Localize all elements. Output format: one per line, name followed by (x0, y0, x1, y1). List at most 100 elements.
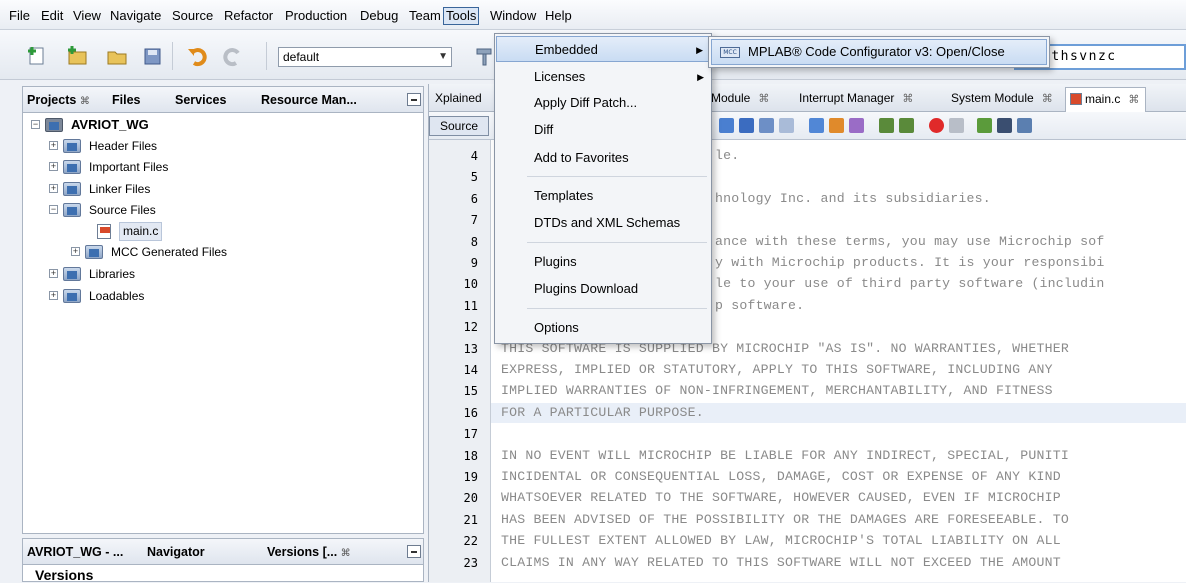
folder-icon (63, 160, 81, 174)
c-file-icon (97, 224, 111, 239)
undo-icon[interactable] (184, 44, 210, 68)
source-view-button[interactable]: Source (429, 116, 489, 136)
menu-production[interactable]: Production (284, 8, 348, 26)
code-line: HAS BEEN ADVISED OF THE POSSIBILITY OR T… (501, 511, 1069, 527)
line-number: 9 (470, 256, 478, 270)
stop-macro-icon[interactable] (949, 118, 964, 133)
menu-source[interactable]: Source (171, 8, 214, 26)
c-file-icon (1070, 93, 1082, 105)
menu-debug[interactable]: Debug (359, 8, 399, 26)
versions-title: Versions (35, 567, 94, 583)
close-icon: ⌘ (758, 93, 770, 105)
menu-item-templates[interactable]: Templates (496, 183, 710, 209)
tree-source-files[interactable]: − Source Files (49, 200, 349, 220)
menu-item-licenses[interactable]: Licenses ▶ (496, 64, 710, 90)
toggle-highlight-icon[interactable] (779, 118, 794, 133)
tab-services[interactable]: Services (175, 93, 226, 107)
line-number: 21 (463, 512, 478, 527)
record-macro-icon[interactable] (929, 118, 944, 133)
folder-icon (63, 182, 81, 196)
code-line: y with Microchip products. It is your re… (715, 255, 1105, 270)
minimize-panel-icon[interactable] (407, 545, 421, 558)
find-selection-icon[interactable] (759, 118, 774, 133)
menu-item-options[interactable]: Options (496, 315, 710, 341)
menu-navigate[interactable]: Navigate (109, 8, 162, 26)
menu-edit[interactable]: Edit (40, 8, 64, 26)
tree-main-c[interactable]: main.c (97, 221, 217, 241)
tab-navigator[interactable]: Navigator (147, 545, 205, 559)
menu-item-add-to-favorites[interactable]: Add to Favorites (496, 145, 710, 171)
menu-view[interactable]: View (72, 8, 102, 26)
tab-xplained[interactable]: Xplained (435, 91, 482, 105)
tab-interrupt-manager[interactable]: Interrupt Manager ⌘ (799, 91, 913, 105)
tree-header-files[interactable]: + Header Files (49, 136, 349, 156)
redo-icon[interactable] (220, 44, 246, 68)
tree-loadables[interactable]: + Loadables (49, 286, 349, 306)
tab-system-module[interactable]: System Module ⌘ (951, 91, 1053, 105)
line-number: 14 (463, 363, 478, 377)
tab-projects[interactable]: Projects ⌘ (27, 93, 90, 107)
tab-module[interactable]: Module ⌘ (711, 91, 769, 105)
prev-bookmark-icon[interactable] (809, 118, 824, 133)
chevron-down-icon[interactable]: ▼ (438, 48, 448, 66)
comment-icon[interactable] (977, 118, 992, 133)
versions-panel-tabs: AVRIOT_WG - ... Navigator Versions [... … (23, 539, 423, 565)
find-previous-icon[interactable] (719, 118, 734, 133)
tab-versions[interactable]: Versions [... ⌘ (267, 545, 351, 559)
menu-file[interactable]: File (8, 8, 31, 26)
search-input[interactable]: ithsvnzc (1036, 44, 1186, 70)
line-number: 23 (463, 555, 478, 570)
folder-icon (63, 139, 81, 153)
code-line: IN NO EVENT WILL MICROCHIP BE LIABLE FOR… (501, 447, 1069, 463)
menu-item-mplab-code-configurator[interactable]: MCC MPLAB® Code Configurator v3: Open/Cl… (711, 39, 1047, 65)
tree-libraries[interactable]: + Libraries (49, 264, 349, 284)
configuration-select[interactable]: default ▼ (278, 47, 452, 67)
line-number: 12 (463, 320, 478, 335)
menu-item-apply-diff-patch[interactable]: Apply Diff Patch... (496, 90, 710, 116)
tree-project-root[interactable]: − AVRIOT_WG (31, 115, 331, 135)
find-next-icon[interactable] (739, 118, 754, 133)
tab-main-c[interactable]: main.c ⌘ (1065, 87, 1147, 112)
menu-tools[interactable]: Tools (443, 7, 480, 25)
menu-team[interactable]: Team (408, 8, 442, 26)
menu-item-embedded[interactable]: Embedded ▶ (496, 36, 710, 62)
line-number: 8 (470, 234, 478, 249)
line-number: 15 (463, 384, 478, 399)
mcc-icon: MCC (720, 47, 740, 58)
project-icon (45, 118, 63, 132)
search-input-value: ithsvnzc (1042, 49, 1117, 64)
project-name: AVRIOT_WG (71, 117, 149, 132)
open-project-icon[interactable] (104, 44, 130, 68)
menu-help[interactable]: Help (544, 8, 573, 26)
minimize-panel-icon[interactable] (407, 93, 421, 106)
shift-left-icon[interactable] (879, 118, 894, 133)
line-number: 4 (470, 149, 478, 163)
menu-item-plugins-download[interactable]: Plugins Download (496, 276, 710, 302)
shift-right-icon[interactable] (899, 118, 914, 133)
code-line: WHATSOEVER RELATED TO THE SOFTWARE, HOWE… (501, 490, 1061, 506)
code-line: IMPLIED WARRANTIES OF NON-INFRINGEMENT, … (501, 383, 1053, 399)
menu-item-dtds-xml-schemas[interactable]: DTDs and XML Schemas (496, 210, 710, 236)
toggle-bookmark-icon[interactable] (849, 118, 864, 133)
submenu-arrow-icon: ▶ (696, 45, 703, 55)
line-number: 11 (463, 298, 478, 313)
next-bookmark-icon[interactable] (829, 118, 844, 133)
uncomment-icon[interactable] (997, 118, 1012, 133)
new-project-icon[interactable] (64, 44, 90, 68)
tree-mcc-generated-files[interactable]: + MCC Generated Files (71, 242, 371, 262)
menu-item-diff[interactable]: Diff (496, 117, 710, 143)
line-number: 5 (470, 170, 478, 185)
menu-item-plugins[interactable]: Plugins (496, 249, 710, 275)
save-all-icon[interactable] (140, 44, 166, 68)
menu-window[interactable]: Window (489, 8, 537, 26)
tree-linker-files[interactable]: + Linker Files (49, 179, 349, 199)
tab-files[interactable]: Files (112, 93, 141, 107)
tab-resource-manager[interactable]: Resource Man... (261, 93, 357, 107)
new-file-icon[interactable] (24, 44, 50, 68)
embedded-submenu: MCC MPLAB® Code Configurator v3: Open/Cl… (708, 36, 1050, 68)
folder-open-icon (63, 203, 81, 217)
tree-important-files[interactable]: + Important Files (49, 157, 349, 177)
tab-project-dashboard[interactable]: AVRIOT_WG - ... (27, 545, 123, 559)
diff-icon[interactable] (1017, 118, 1032, 133)
menu-refactor[interactable]: Refactor (223, 8, 274, 26)
